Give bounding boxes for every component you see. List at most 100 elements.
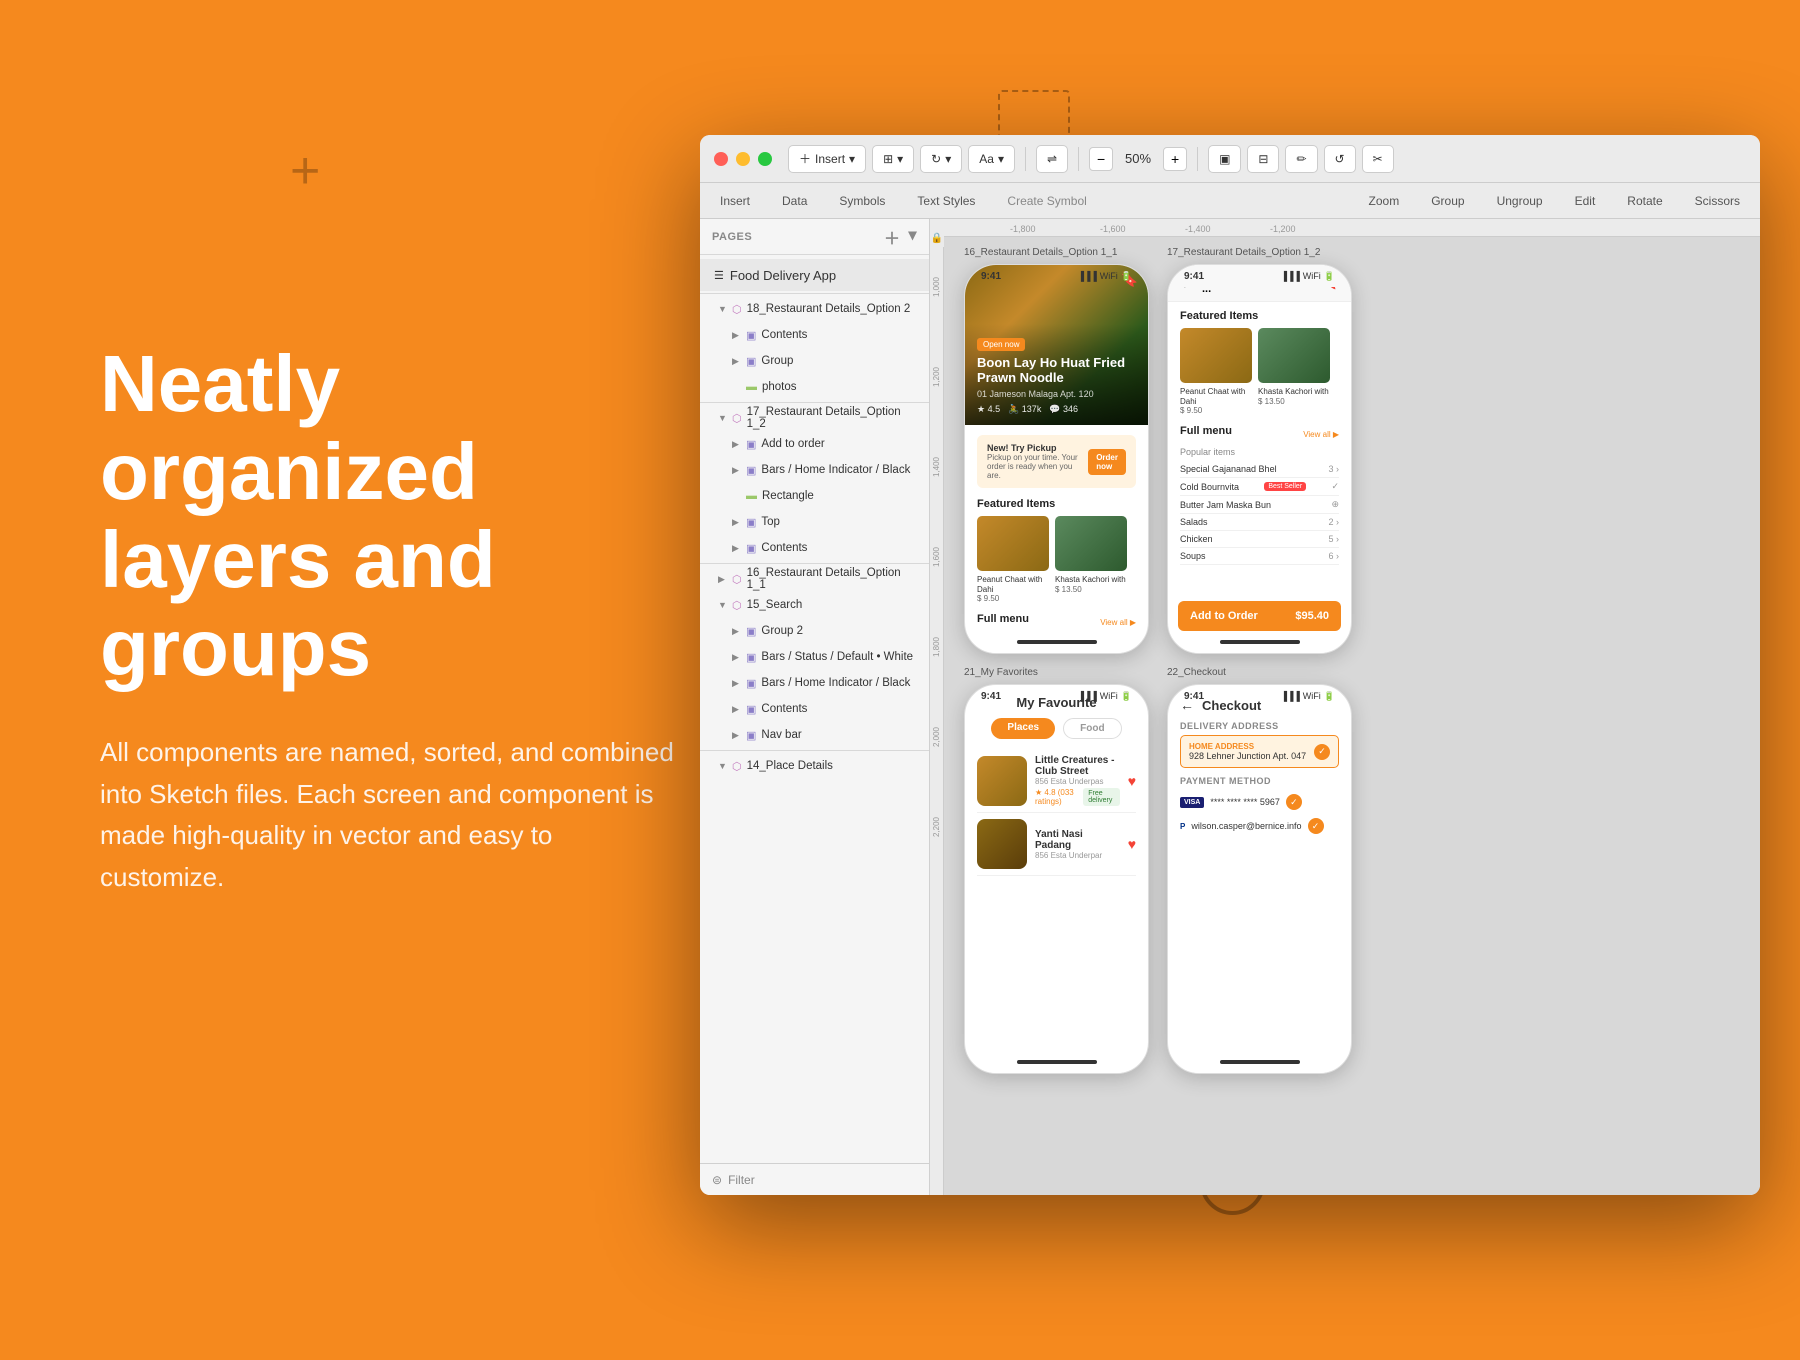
chevron-icon: ▾ (945, 152, 951, 166)
hero-subtitle: All components are named, sorted, and co… (100, 732, 680, 898)
address-box-home: HOME ADDRESS 928 Lehner Junction Apt. 04… (1180, 735, 1339, 768)
layer-group-1[interactable]: ▶ ▣ Group (700, 348, 929, 374)
frame-label-16: 16_Restaurant Details_Option 1_1 (964, 247, 1149, 258)
pickup-title: New! Try Pickup (987, 443, 1088, 453)
data-tab[interactable]: Data (776, 190, 813, 212)
layer-label: Rectangle (762, 490, 814, 502)
layer-rectangle[interactable]: ▶ ▬ Rectangle (700, 483, 929, 509)
ungroup-tab[interactable]: Ungroup (1491, 190, 1549, 212)
feat-card-4: Khasta Kachori with $ 13.50 (1258, 328, 1330, 415)
feat-img-1 (977, 516, 1049, 571)
layer-14-place[interactable]: ▼ ⬡ 14_Place Details (700, 753, 929, 779)
checkout-content: ← Checkout DELIVERY ADDRESS HOME ADDRESS… (1168, 685, 1351, 850)
transform-button[interactable]: ↻ ▾ (920, 145, 962, 173)
text-styles-tab[interactable]: Text Styles (911, 190, 981, 212)
layer-15-search[interactable]: ▼ ⬡ 15_Search (700, 592, 929, 618)
edit-icon-button[interactable]: ✏ (1285, 145, 1317, 173)
ungroup-icon-button[interactable]: ⊟ (1247, 145, 1279, 173)
status-bar-21: 9:41 ▐▐▐ WiFi 🔋 (965, 685, 1148, 707)
add-to-order-button-2[interactable]: Add to Order $95.40 (1178, 601, 1341, 631)
group-icon: ▣ (746, 355, 756, 368)
fav-heart-icon-2[interactable]: ♥ (1128, 836, 1136, 852)
canvas-area[interactable]: -1,800 -1,600 -1,400 -1,200 🔒 1,000 1,20… (930, 219, 1760, 1195)
plus-decoration: + (290, 145, 320, 197)
group-icon-button[interactable]: ▣ (1208, 145, 1241, 173)
layer-bars-home-1[interactable]: ▶ ▣ Bars / Home Indicator / Black (700, 457, 929, 483)
insert-tab[interactable]: Insert (714, 190, 756, 212)
layer-bars-home-2[interactable]: ▶ ▣ Bars / Home Indicator / Black (700, 670, 929, 696)
collapse-button[interactable]: ▾ (908, 225, 917, 249)
hero-title: Neatly organized layers and groups (100, 340, 680, 692)
feat-price-1: $ 9.50 (977, 594, 1049, 603)
insert-button[interactable]: ＋ Insert ▾ (788, 145, 866, 173)
frame-label-22: 22_Checkout (1167, 667, 1352, 678)
text-button[interactable]: Aa ▾ (968, 145, 1015, 173)
fav-card-1: Little Creatures - Club Street 856 Esta … (977, 749, 1136, 813)
battery-icon: 🔋 (1324, 271, 1335, 282)
layer-18-restaurant[interactable]: ▼ ⬡ 18_Restaurant Details_Option 2 (700, 296, 929, 322)
layer-label: Contents (761, 703, 807, 715)
layer-group2[interactable]: ▶ ▣ Group 2 (700, 618, 929, 644)
ruler-v-mark-3: 1,400 (932, 457, 941, 477)
edit-tab[interactable]: Edit (1569, 190, 1602, 212)
group-icon: ▣ (746, 625, 756, 638)
food-tab[interactable]: Food (1063, 718, 1121, 739)
fav-card-info-1: Little Creatures - Club Street 856 Esta … (1035, 755, 1120, 806)
layer-top[interactable]: ▶ ▣ Top (700, 509, 929, 535)
places-tab[interactable]: Places (991, 718, 1055, 739)
ruler-lock-icon: 🔒 (930, 229, 944, 247)
layer-label: Nav bar (761, 729, 801, 741)
text-icon: Aa (979, 152, 994, 166)
view-all-link-2[interactable]: View all ▶ (1303, 430, 1339, 439)
sketch-window: ＋ Insert ▾ ⊞ ▾ ↻ ▾ Aa ▾ ⇌ − (700, 135, 1760, 1195)
feat-price-2: $ 13.50 (1055, 585, 1127, 594)
sidebar-footer[interactable]: ⊜ Filter (700, 1163, 929, 1195)
layer-label: 18_Restaurant Details_Option 2 (747, 303, 911, 315)
vertical-ruler: 1,000 1,200 1,400 1,600 1,800 2,000 2,20… (930, 237, 944, 1195)
layer-nav-bar[interactable]: ▶ ▣ Nav bar (700, 722, 929, 748)
featured-row: Peanut Chaat with Dahi $ 9.50 Khasta Kac… (977, 516, 1136, 603)
scissors-button[interactable]: ✂ (1362, 145, 1394, 173)
close-button[interactable] (714, 152, 728, 166)
layer-contents-2[interactable]: ▶ ▣ Contents (700, 535, 929, 561)
layer-add-to-order[interactable]: ▶ ▣ Add to order (700, 431, 929, 457)
layer-16-restaurant[interactable]: ▶ ⬡ 16_Restaurant Details_Option 1_1 (700, 566, 929, 592)
fav-heart-icon-1[interactable]: ♥ (1128, 773, 1136, 789)
sidebar-pages[interactable]: ☰ Food Delivery App ▼ ⬡ 18_Restaurant De… (700, 255, 929, 1163)
minimize-button[interactable] (736, 152, 750, 166)
sync-button[interactable]: ⇌ (1036, 145, 1068, 173)
create-symbol-label[interactable]: Create Symbol (1001, 190, 1092, 212)
add-page-button[interactable]: ＋ (884, 225, 901, 249)
frame-label-17: 17_Restaurant Details_Option 1_2 (1167, 247, 1352, 258)
layer-button[interactable]: ⊞ ▾ (872, 145, 914, 173)
zoom-tab[interactable]: Zoom (1363, 190, 1406, 212)
rotate-icon-button[interactable]: ↺ (1324, 145, 1356, 173)
page-item-food-delivery[interactable]: ☰ Food Delivery App (700, 259, 929, 291)
rotate-tab[interactable]: Rotate (1621, 190, 1668, 212)
group-icon: ▣ (746, 703, 756, 716)
layer-contents-1[interactable]: ▶ ▣ Contents (700, 322, 929, 348)
rating-stat: ★ 4.5 (977, 404, 1000, 415)
symbols-tab[interactable]: Symbols (833, 190, 891, 212)
order-now-button[interactable]: Order now (1088, 449, 1126, 475)
view-all-link[interactable]: View all ▶ (1100, 618, 1136, 627)
paypal-check-icon: ✓ (1308, 818, 1324, 834)
zoom-out-button[interactable]: − (1089, 147, 1113, 171)
layer-label: Group (761, 355, 793, 367)
layer-17-restaurant[interactable]: ▼ ⬡ 17_Restaurant Details_Option 1_2 (700, 405, 929, 431)
fullscreen-button[interactable] (758, 152, 772, 166)
layer-contents-3[interactable]: ▶ ▣ Contents (700, 696, 929, 722)
feat-name-3: Peanut Chaat with Dahi (1180, 387, 1252, 406)
visa-check-icon: ✓ (1286, 794, 1302, 810)
group-tab[interactable]: Group (1425, 190, 1470, 212)
signal-icon-3: ▐▐▐ (1078, 691, 1097, 701)
layers-icon: ⊞ (883, 152, 893, 166)
zoom-in-button[interactable]: + (1163, 147, 1187, 171)
payment-paypal-row: P wilson.casper@bernice.info ✓ (1180, 814, 1339, 838)
scissors-tab[interactable]: Scissors (1689, 190, 1746, 212)
expand-arrow: ▶ (732, 652, 742, 663)
home-bar-2 (1220, 640, 1300, 644)
layer-bars-status[interactable]: ▶ ▣ Bars / Status / Default • White (700, 644, 929, 670)
page-icon: ☰ (714, 269, 724, 282)
layer-photos[interactable]: ▶ ▬ photos (700, 374, 929, 400)
